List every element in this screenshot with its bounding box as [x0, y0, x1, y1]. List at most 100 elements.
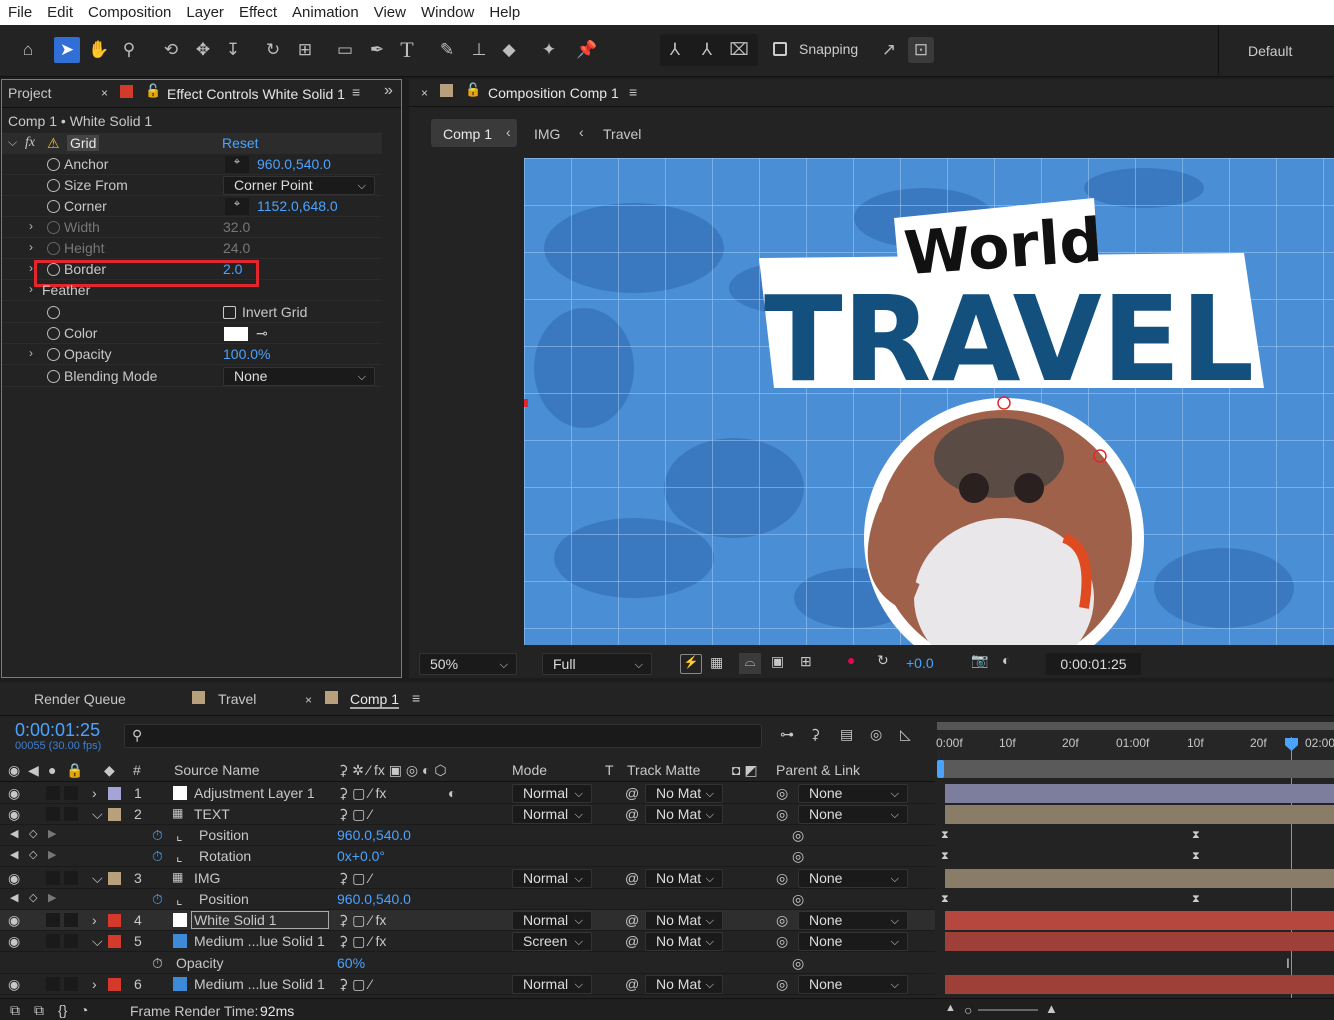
transparency-grid-icon[interactable]: ▦ — [710, 654, 723, 671]
clone-stamp-icon[interactable]: ⊥ — [466, 37, 492, 63]
layer-row-3[interactable]: ◉ ⌵ 3 ▦ IMG ⚳ ▢ ⁄ Normal ⌵ @ No Mat ⌵ ◎ No… — [0, 868, 935, 889]
dolly-camera-icon[interactable]: ↧ — [220, 37, 246, 63]
exposure-value[interactable]: +0.0 — [906, 655, 934, 671]
label-color-swatch[interactable] — [108, 872, 121, 885]
snapshot-icon[interactable]: 📷 — [971, 652, 988, 669]
eye-icon[interactable]: ◉ — [8, 912, 20, 929]
layer-name[interactable]: TEXT — [194, 806, 230, 822]
parent-dropdown[interactable]: None ⌵ — [798, 932, 908, 951]
rotation-tool-icon[interactable]: ↻ — [260, 37, 286, 63]
layer-name[interactable]: Adjustment Layer 1 — [194, 785, 315, 801]
chevron-right-icon[interactable]: › — [29, 219, 33, 233]
matte-link-icon[interactable]: @ — [625, 976, 639, 992]
add-keyframe-icon[interactable]: ◇ — [29, 827, 37, 840]
mode-dropdown[interactable]: Screen ⌵ — [512, 932, 592, 951]
menu-file[interactable]: File — [0, 4, 39, 21]
solo-box[interactable] — [46, 934, 60, 948]
layer-bar-5[interactable] — [945, 932, 1334, 951]
layer-row-2[interactable]: ◉ ⌵ 2 ▦ TEXT ⚳ ▢ ⁄ Normal ⌵ @ No Mat ⌵ ◎ N… — [0, 804, 935, 825]
stopwatch-icon[interactable] — [47, 221, 60, 234]
parent-dropdown[interactable]: None ⌵ — [798, 805, 908, 824]
graph-icon[interactable]: ⌞ — [176, 891, 183, 908]
stopwatch-icon[interactable] — [47, 306, 60, 319]
pickwhip-icon[interactable]: ◎ — [776, 912, 788, 929]
layer-row-1[interactable]: ◉ › 1 Adjustment Layer 1 ⚳ ▢ ⁄ fx ◐ Norm… — [0, 783, 935, 804]
tab-render-queue[interactable]: Render Queue — [34, 691, 126, 707]
menu-edit[interactable]: Edit — [39, 4, 80, 21]
chevron-right-icon[interactable]: › — [29, 346, 33, 360]
size-from-dropdown[interactable]: Corner Point ⌵ — [223, 176, 375, 195]
next-keyframe-icon[interactable]: ▶ — [48, 827, 56, 840]
lock-box[interactable] — [64, 871, 78, 885]
hide-shy-layers-icon[interactable]: ▤ — [840, 726, 853, 743]
track-matte-dropdown[interactable]: No Mat ⌵ — [645, 805, 723, 824]
pickwhip-icon[interactable]: ◎ — [776, 933, 788, 950]
work-area-start[interactable] — [937, 760, 944, 778]
snap-grid-icon[interactable]: ⊡ — [908, 37, 934, 63]
layer-row-4[interactable]: ◉ › 4 White Solid 1 ⚳ ▢ ⁄ fx Normal ⌵ @ N… — [0, 910, 935, 931]
parent-dropdown[interactable]: None ⌵ — [798, 975, 908, 994]
eye-icon[interactable]: ◉ — [8, 870, 20, 887]
tab-project[interactable]: Project — [8, 85, 52, 101]
breadcrumb-img[interactable]: IMG — [534, 126, 560, 142]
lock-box[interactable] — [64, 807, 78, 821]
lock-box[interactable] — [64, 977, 78, 991]
expand-panels-icon[interactable]: » — [384, 82, 393, 100]
stopwatch-icon[interactable] — [47, 370, 60, 383]
breadcrumb-comp1[interactable]: Comp 1 — [443, 126, 492, 142]
eye-icon[interactable]: ◉ — [8, 785, 20, 802]
layer-bar-1[interactable] — [945, 784, 1334, 803]
solo-box[interactable] — [46, 786, 60, 800]
keyframe-icon[interactable]: ⧗ — [941, 851, 949, 862]
rectangle-tool-icon[interactable]: ▭ — [332, 37, 358, 63]
matte-link-icon[interactable]: @ — [625, 785, 639, 801]
label-color-swatch[interactable] — [108, 787, 121, 800]
track-matte-dropdown[interactable]: No Mat ⌵ — [645, 784, 723, 803]
layer-bar-3[interactable] — [945, 869, 1334, 888]
chevron-right-icon[interactable]: › — [29, 240, 33, 254]
solo-box[interactable] — [46, 807, 60, 821]
pan-camera-icon[interactable]: ✥ — [190, 37, 216, 63]
graph-icon[interactable]: ⌞ — [176, 848, 183, 865]
close-icon[interactable]: × — [305, 693, 312, 707]
prop-value[interactable]: 100.0% — [223, 346, 270, 362]
panel-menu-icon[interactable]: ≡ — [629, 84, 637, 100]
chevron-right-icon[interactable]: › — [92, 785, 97, 801]
zoom-dropdown[interactable]: 50% ⌵ — [419, 653, 517, 675]
switches[interactable]: ⚳ ▢ ⁄ fx — [338, 912, 386, 929]
stopwatch-icon[interactable]: ⏱ — [152, 891, 163, 908]
stopwatch-icon[interactable] — [47, 200, 60, 213]
eye-icon[interactable]: ◉ — [8, 806, 20, 823]
selection-tool-icon[interactable]: ➤ — [54, 37, 80, 63]
switches[interactable]: ⚳ ▢ ⁄ — [338, 976, 372, 993]
prev-keyframe-icon[interactable]: ◀ — [10, 848, 18, 861]
tab-effect-controls[interactable]: Effect Controls White Solid 1 — [167, 86, 345, 102]
keyframe-icon[interactable]: ⧗ — [941, 894, 949, 905]
label-color-swatch[interactable] — [108, 914, 121, 927]
next-keyframe-icon[interactable]: ▶ — [48, 891, 56, 904]
layer-row-5[interactable]: ◉ ⌵ 5 Medium ...lue Solid 1 ⚳ ▢ ⁄ fx Scr… — [0, 931, 935, 952]
chevron-right-icon[interactable]: › — [29, 261, 33, 275]
adjustment-icon[interactable]: ◐ — [448, 785, 456, 801]
snap-options-icon[interactable]: ↗ — [876, 37, 902, 63]
solo-box[interactable] — [46, 913, 60, 927]
chevron-down-icon[interactable]: ⌵ — [92, 806, 103, 823]
graph-icon[interactable]: ⌞ — [176, 827, 183, 844]
view-axis-icon[interactable]: ⌧ — [726, 37, 752, 63]
toggle-switches-icon[interactable]: ⧉ — [10, 1002, 20, 1019]
tab-composition[interactable]: Composition Comp 1 — [488, 85, 619, 101]
next-keyframe-icon[interactable]: ▶ — [48, 848, 56, 861]
menu-view[interactable]: View — [366, 4, 413, 21]
blending-mode-dropdown[interactable]: None ⌵ — [223, 367, 375, 386]
label-color-swatch[interactable] — [108, 935, 121, 948]
prop-value[interactable]: 24.0 — [223, 240, 250, 256]
switches[interactable]: ⚳ ▢ ⁄ fx — [338, 933, 386, 950]
reset-link[interactable]: Reset — [222, 135, 259, 151]
tab-travel[interactable]: Travel — [218, 691, 256, 707]
layer-bar-6[interactable] — [945, 975, 1334, 994]
expression-pickwhip-icon[interactable]: ◎ — [792, 891, 804, 908]
region-of-interest-icon[interactable]: ▣ — [771, 653, 784, 670]
composition-viewer[interactable]: World TRAVEL — [524, 158, 1334, 645]
label-color-swatch[interactable] — [108, 978, 121, 991]
keyframe-icon[interactable]: ⧗ — [1192, 851, 1200, 862]
